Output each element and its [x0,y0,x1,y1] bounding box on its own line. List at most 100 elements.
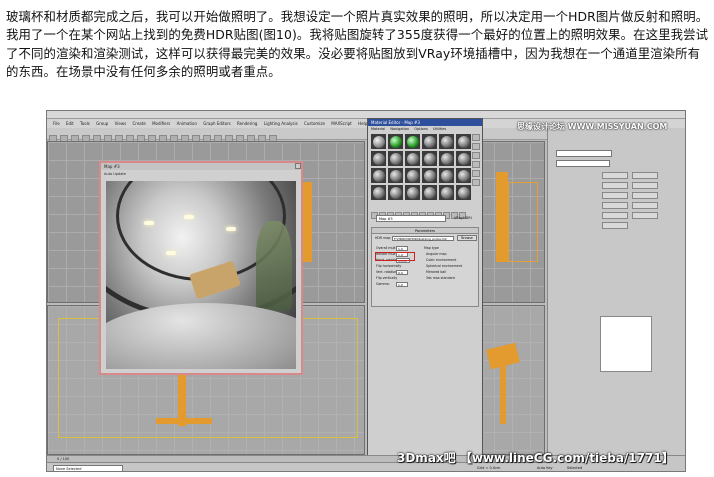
sample-slot[interactable] [456,168,471,183]
menu-lighting-analysis[interactable]: Lighting Analysis [264,121,298,126]
cmd-button-10[interactable] [632,212,658,219]
options-icon[interactable] [472,179,480,186]
chair-base-object [156,418,212,424]
sample-slot[interactable] [371,151,386,166]
map-type-3dsmax-standard[interactable]: 3ds max standard [426,276,455,281]
hdr-map-label: HDR map: [375,236,392,240]
sample-slot[interactable] [371,185,386,200]
vert-rotation-field[interactable]: 0.0 [396,270,408,275]
chair-wireframe [508,182,538,262]
menu-modifiers[interactable]: Modifiers [152,121,170,126]
hdr-map-path-field[interactable]: F:\HDRI\VRHDRI\building_probe.hdr [392,236,454,241]
watermark-top: 思缘设计论坛 WWW.MISSYUAN.COM [517,122,668,131]
menu-create[interactable]: Create [132,121,145,126]
sample-slot[interactable] [405,185,420,200]
menu-group[interactable]: Group [96,121,108,126]
cmd-button-7[interactable] [602,202,628,209]
sample-slot[interactable] [388,168,403,183]
mat-menu-navigation[interactable]: Navigation [390,127,409,131]
map-name-field[interactable]: Map #3 [376,215,446,222]
hdr-window-toolbar: Auto Update [104,172,126,176]
modifier-stack-list[interactable] [600,316,652,372]
map-type-angular[interactable]: Angular map [426,252,447,257]
material-editor-window: Material Editor - Map #3 Material Naviga… [367,118,483,458]
selected-dropdown[interactable]: Selected [567,465,582,471]
menu-animation[interactable]: Animation [177,121,197,126]
flip-horizontally-checkbox[interactable]: Flip horizontally [376,264,401,269]
sample-slot[interactable] [439,185,454,200]
menu-views[interactable]: Views [115,121,127,126]
parameters-rollout-header[interactable]: Parameters [372,228,478,234]
sample-slot[interactable] [456,151,471,166]
menu-file[interactable]: File [53,121,60,126]
object-name-field[interactable] [556,150,612,157]
cmd-button-11[interactable] [602,222,628,229]
map-type-mirrored-ball[interactable]: Mirrored ball [426,270,446,275]
menu-help[interactable]: Help [358,121,367,126]
mat-menu-material[interactable]: Material [371,127,385,131]
map-type-button[interactable]: VRayHDRI [454,215,472,222]
menu-rendering[interactable]: Rendering [237,121,257,126]
menu-tools[interactable]: Tools [80,121,90,126]
parameters-rollout: Parameters HDR map: F:\HDRI\VRHDRI\build… [371,227,479,307]
sample-slot[interactable] [456,134,471,149]
sample-slot[interactable] [405,134,420,149]
sample-slot[interactable] [422,185,437,200]
perspective-chair-leg [500,364,506,424]
sample-slot[interactable] [422,134,437,149]
uv-tiling-icon[interactable] [472,161,480,168]
cmd-button-3[interactable] [602,182,628,189]
menu-customize[interactable]: Customize [304,121,325,126]
cmd-button-6[interactable] [632,192,658,199]
sample-slot[interactable] [388,185,403,200]
auto-key-button[interactable]: Auto Key [537,465,553,471]
flip-vertically-checkbox[interactable]: Flip vertically [376,276,397,281]
3dsmax-screenshot: File Edit Tools Group Views Create Modif… [46,110,686,472]
vert-rotation-label: Vert. rotation: [376,270,399,274]
map-type-cubic[interactable]: Cubic environment [426,258,456,263]
menu-maxscript[interactable]: MAXScript [331,121,352,126]
sample-slot[interactable] [422,168,437,183]
material-sample-slots [371,134,471,200]
hdr-preview-window: Map #3 Auto Update [99,161,303,375]
sample-slot[interactable] [371,168,386,183]
browse-button[interactable]: Browse [457,235,477,241]
cmd-button-2[interactable] [632,172,658,179]
sample-slot[interactable] [456,185,471,200]
close-icon[interactable] [295,163,301,169]
menu-edit[interactable]: Edit [66,121,74,126]
sample-slot[interactable] [388,134,403,149]
sample-slot[interactable] [388,151,403,166]
cmd-button-5[interactable] [602,192,628,199]
map-type-spherical[interactable]: Spherical environment [426,264,462,269]
material-side-toolbar [472,134,481,190]
overall-mult-field[interactable]: 1.0 [396,246,408,251]
chair-leg-object [178,366,186,426]
sample-type-icon[interactable] [472,134,480,141]
material-editor-title: Material Editor - Map #3 [368,119,482,126]
sample-slot[interactable] [439,134,454,149]
sample-slot[interactable] [422,151,437,166]
sample-slot[interactable] [405,168,420,183]
watermark-bottom: 3Dmax吧 【www.lineCG.com/tieba/1771】 [397,451,674,465]
cmd-button-9[interactable] [602,212,628,219]
gamma-field[interactable]: 1.0 [396,282,408,287]
cmd-button-4[interactable] [632,182,658,189]
overall-mult-label: Overall mult: [376,246,397,250]
cmd-button-1[interactable] [602,172,628,179]
mat-menu-utilities[interactable]: Utilities [433,127,446,131]
backlight-icon[interactable] [472,143,480,150]
modifier-list-dropdown[interactable] [556,160,610,167]
command-panel [547,128,685,455]
selection-status: None Selected [53,465,123,471]
video-check-icon[interactable] [472,170,480,177]
menu-graph-editors[interactable]: Graph Editors [203,121,230,126]
background-icon[interactable] [472,152,480,159]
cmd-button-8[interactable] [632,202,658,209]
sample-slot[interactable] [371,134,386,149]
material-bottom-toolbar [371,204,479,219]
sample-slot[interactable] [439,151,454,166]
sample-slot[interactable] [405,151,420,166]
mat-menu-options[interactable]: Options [414,127,428,131]
sample-slot[interactable] [439,168,454,183]
